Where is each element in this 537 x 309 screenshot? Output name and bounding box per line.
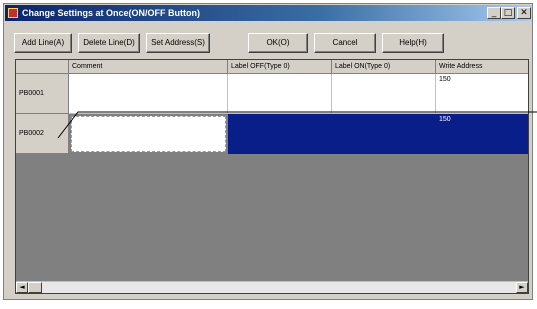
callout-line [57,111,537,139]
